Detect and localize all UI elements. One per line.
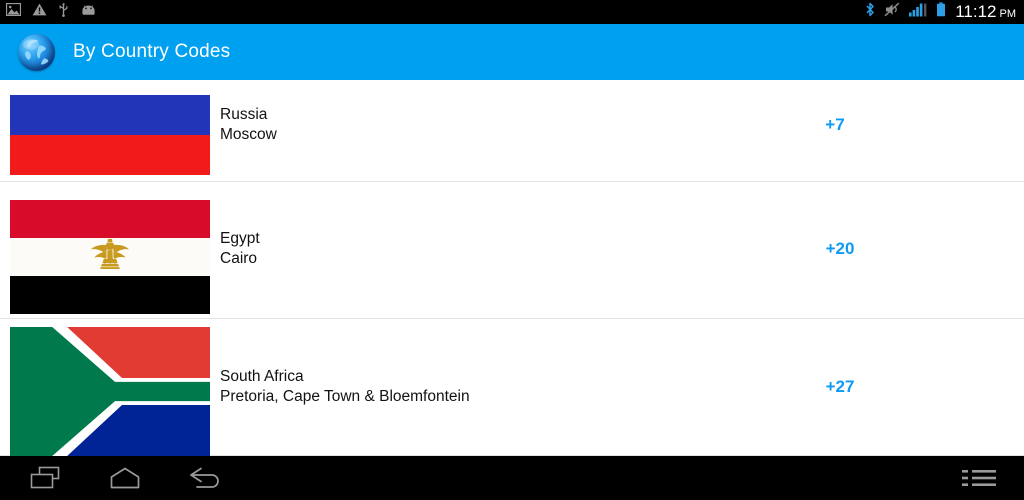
country-name: Egypt <box>220 230 260 247</box>
globe-icon[interactable] <box>18 33 55 71</box>
row-text-block: South Africa Pretoria, Cape Town & Bloem… <box>220 367 470 407</box>
recent-apps-icon[interactable] <box>5 456 85 500</box>
country-name: South Africa <box>220 368 304 385</box>
warning-icon <box>32 3 47 21</box>
battery-icon <box>936 2 946 22</box>
table-row[interactable]: Egypt Cairo +20 <box>0 182 1024 319</box>
row-text-block: Russia Moscow <box>220 105 277 145</box>
status-bar-left-icons <box>5 0 108 24</box>
russia-flag <box>10 95 210 175</box>
screenshot-icon <box>5 2 22 21</box>
android-icon <box>80 3 97 21</box>
country-dial-code: +20 <box>825 239 855 258</box>
egypt-flag <box>10 200 210 314</box>
status-bar-clock: 11:12 <box>955 2 997 21</box>
bluetooth-icon <box>865 2 875 22</box>
country-list[interactable]: Russia Moscow +7 Egypt Cairo +20 South A… <box>0 80 1024 456</box>
country-dial-code: +27 <box>825 377 855 396</box>
action-bar: By Country Codes <box>0 24 1024 80</box>
country-name: Russia <box>220 106 268 123</box>
page-title: By Country Codes <box>73 41 231 62</box>
table-row[interactable]: South Africa Pretoria, Cape Town & Bloem… <box>0 319 1024 456</box>
capital-name: Cairo <box>220 250 258 267</box>
south-africa-flag <box>10 327 210 456</box>
status-bar-right-icons: 11:12 PM <box>856 0 1016 24</box>
row-text-block: Egypt Cairo <box>220 229 260 269</box>
signal-icon <box>909 2 927 22</box>
capital-name: Pretoria, Cape Town & Bloemfontein <box>220 388 470 405</box>
country-dial-code: +7 <box>825 115 845 134</box>
mute-icon <box>884 2 900 22</box>
back-icon[interactable] <box>165 456 245 500</box>
capital-name: Moscow <box>220 126 277 143</box>
table-row[interactable]: Russia Moscow +7 <box>0 80 1024 182</box>
status-bar: 11:12 PM <box>0 0 1024 24</box>
home-icon[interactable] <box>85 456 165 500</box>
menu-list-icon[interactable] <box>944 456 1014 500</box>
navigation-bar <box>0 456 1024 500</box>
usb-icon <box>58 2 69 22</box>
status-bar-ampm: PM <box>999 7 1017 20</box>
